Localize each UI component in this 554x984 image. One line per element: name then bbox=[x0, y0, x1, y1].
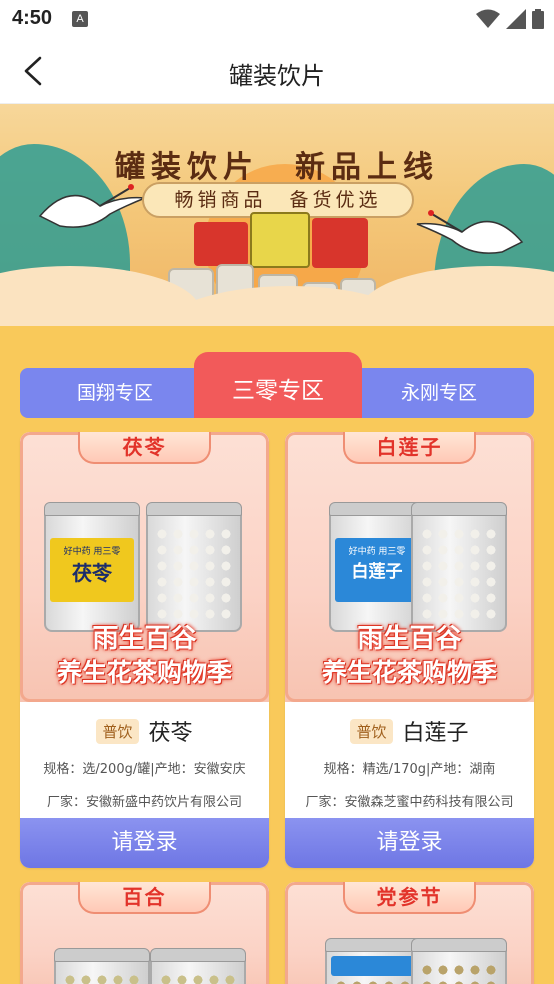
product-ribbon: 党参节 bbox=[343, 882, 476, 914]
product-info: 普饮 茯苓 规格：选/200g/罐|产地：安徽安庆 厂家：安徽新盛中药饮片有限公… bbox=[20, 702, 269, 818]
product-card[interactable]: 百合 bbox=[20, 882, 269, 984]
system-icons bbox=[476, 9, 544, 29]
battery-icon bbox=[532, 9, 544, 29]
banner-headline: 罐装饮片 新品上线 bbox=[115, 150, 439, 185]
tab-yonggang[interactable]: 永刚专区 bbox=[344, 368, 534, 418]
product-ribbon: 茯苓 bbox=[78, 432, 211, 464]
product-ribbon: 百合 bbox=[78, 882, 211, 914]
zone-tabs: 国翔专区 永刚专区 三零专区 bbox=[20, 352, 534, 418]
promo-text: 雨生百谷 养生花茶购物季 bbox=[20, 622, 269, 690]
jar-label: 好中药 用三零 茯苓 bbox=[50, 538, 134, 602]
app-header: 罐装饮片 bbox=[0, 38, 554, 104]
jar-tagline: 好中药 用三零 bbox=[63, 547, 121, 557]
promo-line2: 养生花茶购物季 bbox=[321, 658, 497, 687]
promo-line1: 雨生百谷 bbox=[357, 624, 462, 654]
jar-contents bbox=[146, 502, 242, 632]
promo-line2: 养生花茶购物季 bbox=[56, 658, 232, 687]
product-name: 白莲子 bbox=[402, 721, 469, 746]
status-time: 4:50 bbox=[12, 7, 53, 29]
login-button[interactable]: 请登录 bbox=[20, 818, 269, 868]
tab-sanling-active[interactable]: 三零专区 bbox=[194, 352, 362, 418]
promo-banner[interactable]: 罐装饮片 新品上线 畅销商品 备货优选 bbox=[0, 104, 554, 326]
jar bbox=[325, 938, 421, 984]
product-image: 白莲子 好中药 用三零 白莲子 雨生百谷 养生花茶购物季 bbox=[285, 432, 534, 702]
tab-guoxiang[interactable]: 国翔专区 bbox=[20, 368, 210, 418]
category-badge: 普饮 bbox=[96, 718, 139, 744]
category-badge: 普饮 bbox=[350, 718, 393, 744]
product-info: 普饮 白莲子 规格：精选/170g|产地：湖南 厂家：安徽森芝蜜中药科技有限公司 bbox=[285, 702, 534, 818]
product-spec: 规格：选/200g/罐|产地：安徽安庆 bbox=[43, 762, 246, 777]
promo-text: 雨生百谷 养生花茶购物季 bbox=[285, 622, 534, 690]
jar bbox=[150, 948, 246, 984]
wifi-icon bbox=[476, 9, 500, 28]
product-image: 百合 bbox=[20, 882, 269, 984]
product-name: 茯苓 bbox=[148, 721, 193, 746]
crane-left-icon bbox=[38, 184, 146, 228]
page-title: 罐装饮片 bbox=[229, 62, 325, 90]
crane-right-icon bbox=[416, 210, 524, 254]
product-card[interactable]: 白莲子 好中药 用三零 白莲子 雨生百谷 养生花茶购物季 普饮 白莲子 规格：精… bbox=[285, 432, 534, 868]
jar bbox=[54, 948, 150, 984]
product-image: 茯苓 好中药 用三零 茯苓 雨生百谷 养生花茶购物季 bbox=[20, 432, 269, 702]
jar-label-text: 茯苓 bbox=[72, 561, 112, 585]
status-bar: 4:50 A bbox=[0, 0, 554, 38]
product-maker: 厂家：安徽森芝蜜中药科技有限公司 bbox=[305, 795, 514, 810]
product-image: 党参节 bbox=[285, 882, 534, 984]
notification-icon: A bbox=[72, 11, 88, 27]
product-spec: 规格：精选/170g|产地：湖南 bbox=[323, 762, 496, 777]
jar-labeled: 好中药 用三零 茯苓 bbox=[44, 502, 140, 632]
product-maker: 厂家：安徽新盛中药饮片有限公司 bbox=[46, 795, 242, 810]
jar-contents bbox=[411, 502, 507, 632]
jar-label: 好中药 用三零 白莲子 bbox=[335, 538, 419, 602]
product-card[interactable]: 茯苓 好中药 用三零 茯苓 雨生百谷 养生花茶购物季 普饮 茯苓 规格：选/20… bbox=[20, 432, 269, 868]
product-ribbon: 白莲子 bbox=[343, 432, 476, 464]
signal-icon bbox=[506, 9, 526, 29]
promo-line1: 雨生百谷 bbox=[92, 624, 197, 654]
jar-tagline: 好中药 用三零 bbox=[348, 547, 406, 557]
jar bbox=[411, 938, 507, 984]
login-button[interactable]: 请登录 bbox=[285, 818, 534, 868]
product-card[interactable]: 党参节 bbox=[285, 882, 534, 984]
jar-label-text: 白莲子 bbox=[351, 562, 403, 582]
cloud-right-decoration bbox=[360, 266, 554, 326]
